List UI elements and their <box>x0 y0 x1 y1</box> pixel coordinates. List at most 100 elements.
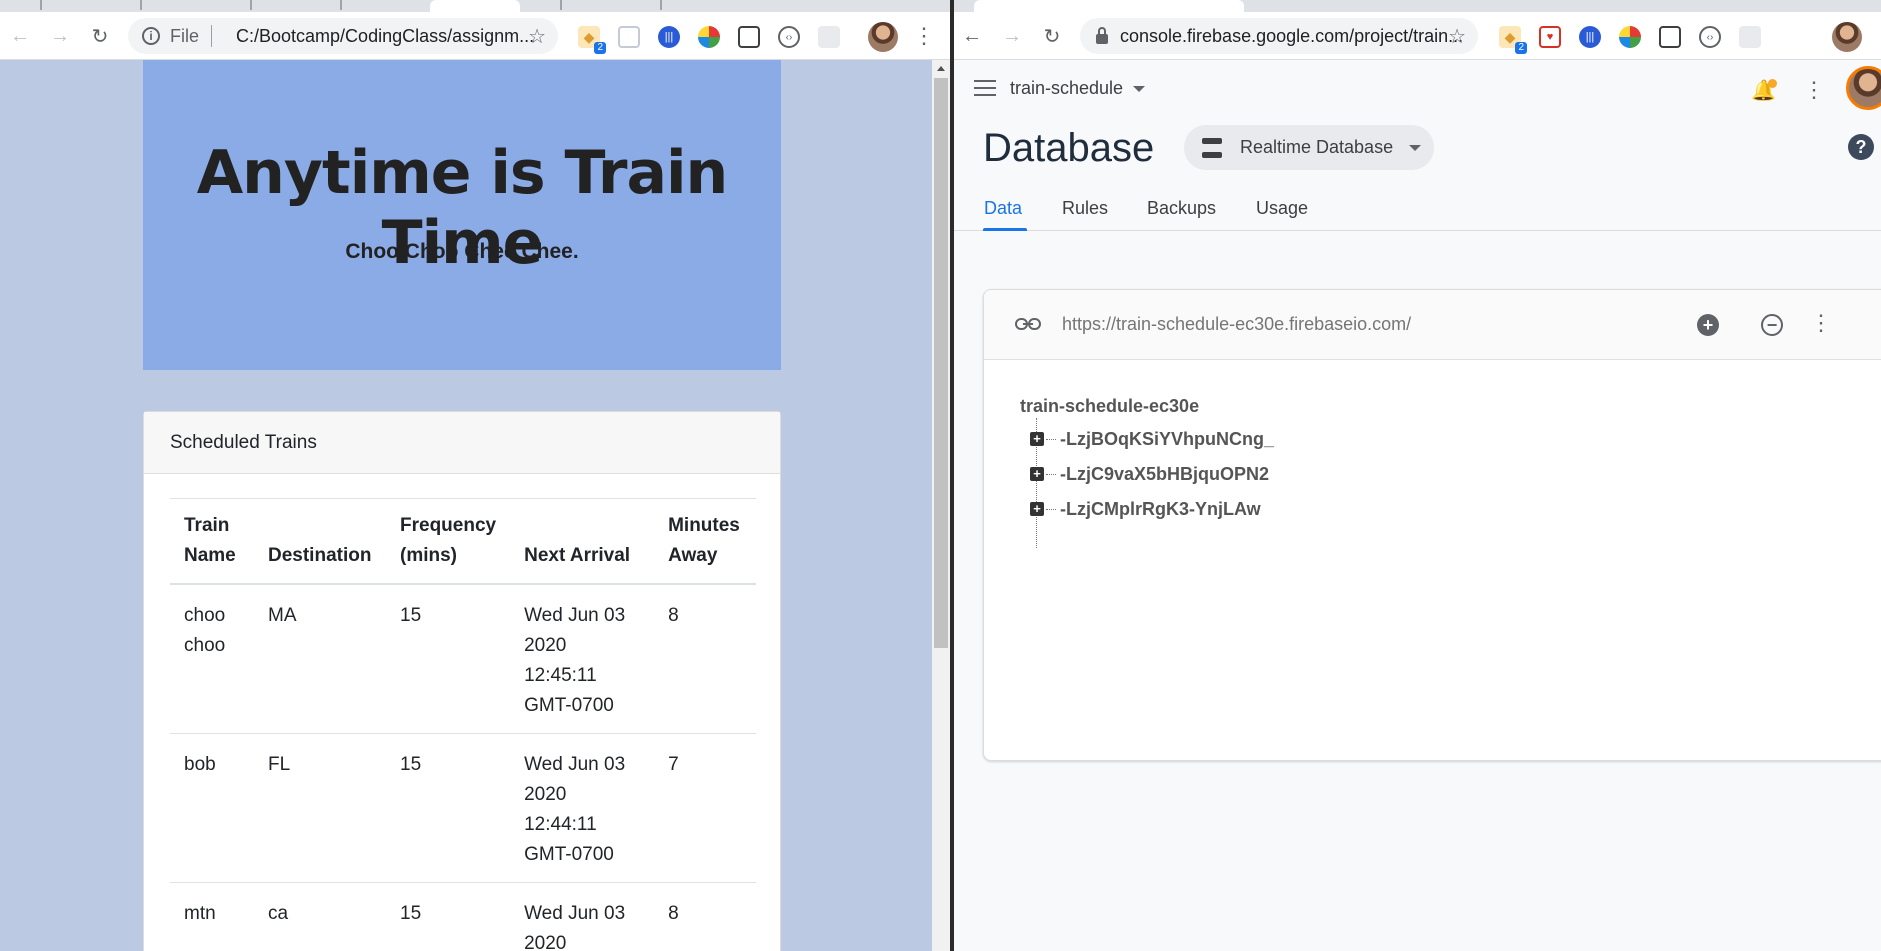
dropdown-caret-icon <box>1133 86 1146 93</box>
color-wheel-icon[interactable] <box>698 26 720 48</box>
next-arrival-cell: Wed Jun 03 2020 12:44:11 GMT-0700 <box>510 733 655 883</box>
firebase-top-bar: train-schedule 🔔 ⋮ <box>954 60 1881 116</box>
database-url[interactable]: https://train-schedule-ec30e.firebaseio.… <box>1062 314 1411 335</box>
column-header: Destination <box>254 498 386 585</box>
url-scheme: File <box>170 25 200 46</box>
minutes-away-cell: 8 <box>654 584 756 734</box>
help-icon[interactable]: ? <box>1848 134 1874 160</box>
address-bar[interactable]: console.firebase.google.com/project/trai… <box>1080 18 1478 54</box>
url-text: console.firebase.google.com/project/trai… <box>1120 25 1464 46</box>
train-schedule-page: Anytime is Train Time Choo Choo Chee Che… <box>0 60 932 951</box>
reload-icon[interactable]: ↻ <box>84 20 116 52</box>
trains-table: Train Name Destination Frequency (mins) … <box>170 498 756 951</box>
database-selector-label: Realtime Database <box>1240 137 1394 157</box>
table-row: bob FL 15 Wed Jun 03 2020 12:44:11 GMT-0… <box>170 733 756 883</box>
extension-circle-icon[interactable]: ||| <box>658 26 680 48</box>
extension-circle-icon[interactable]: ||| <box>1579 26 1601 48</box>
back-arrow-icon[interactable]: ← <box>4 20 36 52</box>
expand-plus-icon[interactable]: + <box>1030 432 1044 446</box>
train-name-cell: bob <box>170 733 254 883</box>
frequency-cell: 15 <box>386 733 511 883</box>
database-url-bar: https://train-schedule-ec30e.firebaseio.… <box>984 290 1881 360</box>
tree-child-node[interactable]: + -LzjC9vaX5bHBjquOPN2 <box>1030 463 1269 485</box>
table-row: mtn ca 15 Wed Jun 03 2020 8 <box>170 882 756 951</box>
expand-plus-icon[interactable]: + <box>1030 467 1044 481</box>
screenshot-icon[interactable] <box>1659 26 1681 48</box>
column-header: Train Name <box>170 498 254 585</box>
browser-menu-icon[interactable]: ⋮ <box>912 20 936 52</box>
train-name-cell: choo choo <box>170 584 254 734</box>
more-options-icon[interactable]: ⋮ <box>1802 74 1826 106</box>
info-icon[interactable]: i <box>142 27 160 45</box>
more-options-icon[interactable]: ⋮ <box>1810 310 1832 336</box>
bookmark-star-icon[interactable]: ☆ <box>1448 24 1466 49</box>
tree-node-key[interactable]: -LzjBOqKSiYVhpuNCng_ <box>1060 429 1274 450</box>
left-browser-window: ← → ↻ i File C:/Bootcamp/CodingClass/ass… <box>0 0 950 951</box>
destination-cell: MA <box>254 584 386 734</box>
account-avatar[interactable] <box>1846 66 1881 110</box>
tab-rules[interactable]: Rules <box>1062 198 1108 219</box>
remove-node-icon[interactable]: − <box>1761 314 1783 336</box>
link-icon <box>1015 318 1041 330</box>
profile-avatar[interactable] <box>868 22 898 52</box>
database-icon <box>1202 137 1222 158</box>
scroll-up-arrow-icon[interactable] <box>937 66 945 71</box>
scheduled-trains-card: Scheduled Trains Train Name Destination … <box>143 411 781 951</box>
extension-square-icon[interactable]: ♥ <box>1539 26 1561 48</box>
profile-avatar[interactable] <box>1832 22 1862 52</box>
database-selector[interactable]: Realtime Database <box>1184 125 1434 170</box>
code-extension-icon[interactable]: ‹› <box>778 26 800 48</box>
extension-gray-icon[interactable] <box>1739 26 1761 48</box>
extension-puzzle-icon[interactable]: ◆ 2 <box>1499 26 1527 54</box>
tab-data[interactable]: Data <box>984 198 1022 219</box>
reload-icon[interactable]: ↻ <box>1036 20 1068 52</box>
vertical-scrollbar[interactable] <box>932 60 950 951</box>
extension-badge: 2 <box>1515 42 1527 54</box>
column-header: Frequency (mins) <box>386 498 511 585</box>
add-child-icon[interactable]: + <box>1697 314 1719 336</box>
address-bar[interactable]: i File C:/Bootcamp/CodingClass/assignm..… <box>128 18 558 54</box>
active-tab-indicator <box>983 228 1027 231</box>
destination-cell: ca <box>254 882 386 951</box>
tree-root-node[interactable]: train-schedule-ec30e <box>1020 396 1199 417</box>
notification-dot <box>1768 79 1777 88</box>
back-arrow-icon[interactable]: ← <box>956 20 988 52</box>
lock-icon[interactable] <box>1096 27 1108 44</box>
code-extension-icon[interactable]: ‹› <box>1699 26 1721 48</box>
forward-arrow-icon[interactable]: → <box>44 20 76 52</box>
expand-plus-icon[interactable]: + <box>1030 502 1044 516</box>
page-title: Database <box>983 126 1155 170</box>
card-header: Scheduled Trains <box>144 412 780 474</box>
tab-usage[interactable]: Usage <box>1256 198 1308 219</box>
right-browser-window: ← → ↻ console.firebase.google.com/projec… <box>954 0 1881 951</box>
screenshot-icon[interactable] <box>738 26 760 48</box>
tree-child-node[interactable]: + -LzjBOqKSiYVhpuNCng_ <box>1030 428 1274 450</box>
project-selector[interactable]: train-schedule <box>1010 78 1146 99</box>
scrollbar-thumb[interactable] <box>934 78 948 648</box>
hamburger-menu-icon[interactable] <box>974 80 996 96</box>
destination-cell: FL <box>254 733 386 883</box>
extension-puzzle-icon[interactable]: ◆ 2 <box>578 26 606 54</box>
url-text: C:/Bootcamp/CodingClass/assignm... <box>236 25 535 46</box>
color-wheel-icon[interactable] <box>1619 26 1641 48</box>
database-tabs: Data Rules Backups Usage <box>954 188 1881 231</box>
table-header-row: Train Name Destination Frequency (mins) … <box>170 498 756 585</box>
train-name-cell: mtn <box>170 882 254 951</box>
column-header: Minutes Away <box>654 498 756 585</box>
forward-arrow-icon[interactable]: → <box>996 20 1028 52</box>
tree-node-key[interactable]: -LzjCMplrRgK3-YnjLAw <box>1060 499 1261 520</box>
tree-child-node[interactable]: + -LzjCMplrRgK3-YnjLAw <box>1030 498 1261 520</box>
extension-square-icon[interactable] <box>618 26 640 48</box>
database-data-card: https://train-schedule-ec30e.firebaseio.… <box>983 289 1881 761</box>
tab-strip[interactable] <box>0 0 950 12</box>
tab-backups[interactable]: Backups <box>1147 198 1216 219</box>
firebase-console: train-schedule 🔔 ⋮ Database Realtime Dat… <box>954 60 1881 951</box>
browser-toolbar: ← → ↻ console.firebase.google.com/projec… <box>954 12 1881 60</box>
next-arrival-cell: Wed Jun 03 2020 <box>510 882 655 951</box>
tab-strip[interactable] <box>954 0 1881 12</box>
tree-node-key[interactable]: -LzjC9vaX5bHBjquOPN2 <box>1060 464 1269 485</box>
column-header: Next Arrival <box>510 498 655 585</box>
extension-gray-icon[interactable] <box>818 26 840 48</box>
bookmark-star-icon[interactable]: ☆ <box>528 24 546 49</box>
browser-toolbar: ← → ↻ i File C:/Bootcamp/CodingClass/ass… <box>0 12 950 60</box>
